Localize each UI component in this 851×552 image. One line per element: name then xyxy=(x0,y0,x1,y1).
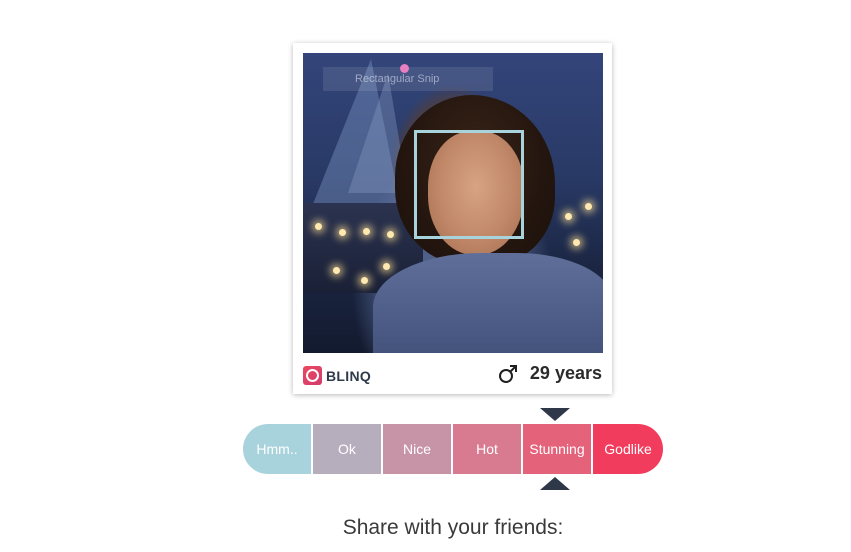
face-detection-box xyxy=(414,130,524,239)
brand-name: BLINQ xyxy=(326,367,372,384)
rating-nice[interactable]: Nice xyxy=(383,424,453,474)
selected-indicator-top xyxy=(540,408,570,421)
age-label: 29 years xyxy=(529,363,602,383)
shirt xyxy=(373,253,603,353)
share-heading: Share with your friends: xyxy=(342,516,564,539)
blinq-logo-icon xyxy=(303,366,322,385)
blinq-logo: BLINQ xyxy=(303,366,371,385)
selected-indicator-bottom xyxy=(540,477,570,490)
rating-stunning[interactable]: Stunning xyxy=(523,424,593,474)
male-icon xyxy=(498,364,517,383)
rating-godlike[interactable]: Godlike xyxy=(593,424,663,474)
snip-handle[interactable] xyxy=(400,64,409,73)
rating-scale: Hmm.. Ok Nice Hot Stunning Godlike xyxy=(243,424,663,474)
portrait-photo: Rectangular Snip xyxy=(303,53,603,353)
rating-ok[interactable]: Ok xyxy=(313,424,383,474)
rating-hot[interactable]: Hot xyxy=(453,424,523,474)
age-display: 29 years xyxy=(498,363,602,384)
rating-hmm[interactable]: Hmm.. xyxy=(243,424,313,474)
result-card: Rectangular Snip BLINQ 29 years xyxy=(293,43,612,394)
